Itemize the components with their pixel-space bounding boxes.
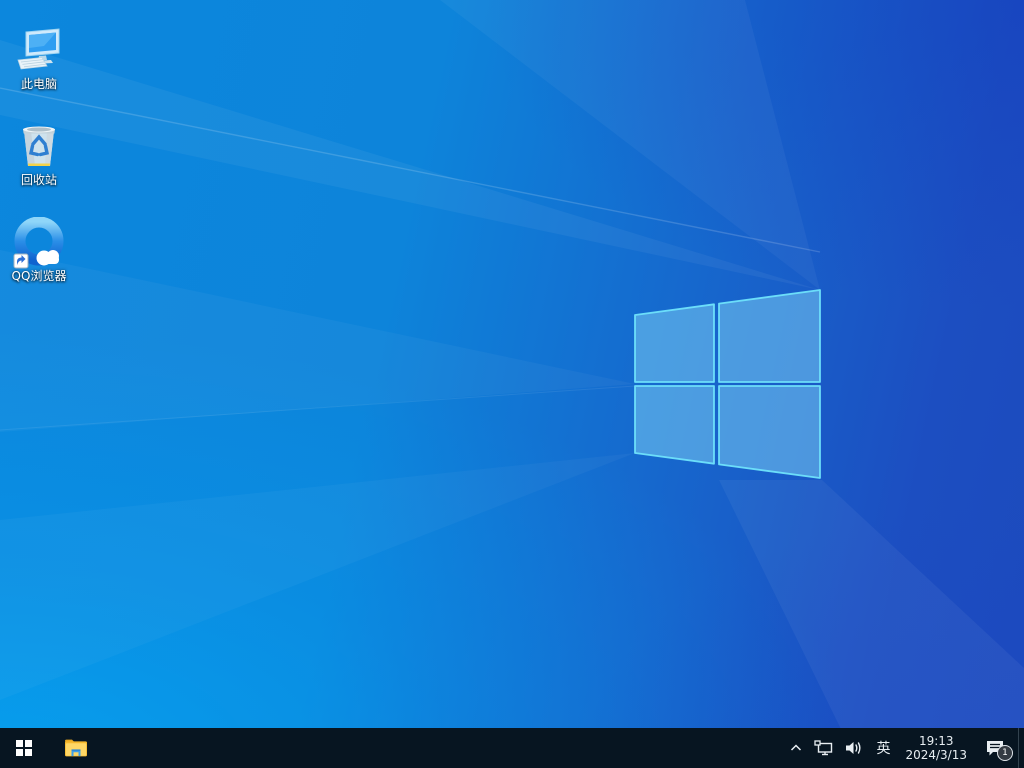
- volume-tray-button[interactable]: [839, 728, 869, 768]
- windows-logo-wallpaper: [635, 290, 820, 478]
- desktop-icon-this-pc[interactable]: 此电脑: [1, 8, 77, 91]
- desktop-icon-label: 此电脑: [21, 77, 57, 91]
- clock-time: 19:13: [919, 734, 954, 748]
- chevron-up-icon: [788, 740, 804, 756]
- taskbar-empty-area: [96, 728, 783, 768]
- file-explorer-icon: [64, 738, 88, 758]
- windows-logo-icon: [16, 740, 32, 756]
- qq-browser-icon: [13, 217, 65, 269]
- wallpaper-light-rays: [0, 0, 1024, 768]
- taskbar-clock[interactable]: 19:13 2024/3/13: [897, 728, 975, 768]
- network-icon: [814, 739, 834, 757]
- system-tray: 英 19:13 2024/3/13 1: [783, 728, 1024, 768]
- show-desktop-button[interactable]: [1018, 728, 1024, 768]
- desktop-icon-label: QQ浏览器: [12, 269, 67, 283]
- desktop-icon-recycle-bin[interactable]: 回收站: [1, 104, 77, 187]
- desktop-icon-qq-browser[interactable]: QQ浏览器: [1, 200, 77, 283]
- clock-date: 2024/3/13: [905, 748, 967, 762]
- speaker-icon: [844, 739, 864, 757]
- this-pc-icon: [14, 25, 64, 77]
- network-tray-button[interactable]: [809, 728, 839, 768]
- action-center-button[interactable]: 1: [975, 728, 1018, 768]
- file-explorer-taskbar-button[interactable]: [56, 728, 96, 768]
- taskbar: 英 19:13 2024/3/13 1: [0, 728, 1024, 768]
- windows-desktop: 此电脑 回收站: [0, 0, 1024, 768]
- desktop-icon-label: 回收站: [21, 173, 57, 187]
- desktop-icon-column: 此电脑 回收站: [1, 8, 77, 283]
- show-hidden-icons-button[interactable]: [783, 728, 809, 768]
- shortcut-arrow-badge: [14, 254, 28, 268]
- input-language-indicator[interactable]: 英: [869, 728, 897, 768]
- start-button[interactable]: [0, 728, 48, 768]
- recycle-bin-icon: [14, 121, 64, 173]
- notification-count-badge: 1: [997, 745, 1013, 761]
